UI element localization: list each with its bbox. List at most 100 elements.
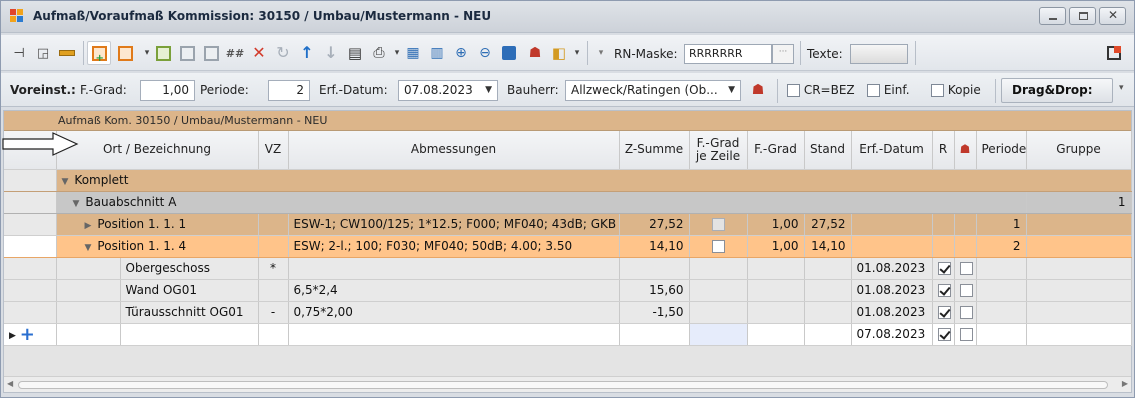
cell-fgrad-zeile[interactable]: [689, 213, 748, 236]
cell-vz[interactable]: [258, 279, 289, 302]
cell-zsumme[interactable]: -1,50: [619, 301, 690, 324]
preview-icon[interactable]: ▦: [401, 41, 425, 65]
checkbox[interactable]: [937, 306, 951, 319]
cell-erfdatum[interactable]: 01.08.2023: [851, 279, 933, 302]
cell-persons[interactable]: [954, 257, 977, 280]
save-icon[interactable]: ▤: [343, 41, 367, 65]
cell-erfdatum[interactable]: [851, 234, 933, 258]
cell-r[interactable]: [932, 257, 955, 280]
header-zsumme[interactable]: Z-Summe: [619, 131, 690, 170]
checkbox[interactable]: [959, 284, 973, 297]
table-row[interactable]: Türausschnitt OG01 - 0,75*2,00 -1,50 01.…: [4, 301, 1132, 324]
cell-fgrad[interactable]: [747, 301, 805, 324]
cell-fgrad[interactable]: [747, 323, 805, 346]
numbering-icon[interactable]: ##: [223, 41, 247, 65]
header-ort[interactable]: Ort / Bezeichnung: [56, 131, 259, 170]
horizontal-scrollbar[interactable]: ◀ ▶: [4, 376, 1131, 392]
cell-periode[interactable]: 1: [976, 213, 1027, 236]
add-line-icon[interactable]: [199, 41, 223, 65]
collapse-icon[interactable]: ▼: [73, 199, 80, 209]
header-persons[interactable]: ☗: [954, 131, 977, 170]
cell-periode[interactable]: [976, 323, 1027, 346]
cell-zsumme[interactable]: 27,52: [619, 213, 690, 236]
cell-r[interactable]: [932, 279, 955, 302]
cell-abmessungen[interactable]: [288, 257, 620, 280]
cell-gruppe[interactable]: [1026, 279, 1132, 302]
cell-fgrad[interactable]: [747, 257, 805, 280]
cell-zsumme[interactable]: [619, 323, 690, 346]
move-down-icon[interactable]: ↓: [319, 41, 343, 65]
cell-fgrad[interactable]: 1,00: [747, 213, 805, 236]
cell-abmessungen[interactable]: ESW; 2-l.; 100; F030; MF040; 50dB; 4.00;…: [288, 234, 620, 258]
cell-fgrad-zeile[interactable]: [689, 323, 748, 346]
cell-gruppe[interactable]: [1026, 323, 1132, 346]
cell-fgrad-zeile[interactable]: [689, 257, 748, 280]
crbez-checkbox[interactable]: CR=BEZ: [787, 83, 855, 97]
header-stand[interactable]: Stand: [804, 131, 852, 170]
checkbox[interactable]: [937, 284, 951, 297]
checkbox[interactable]: [959, 328, 973, 341]
cell-ort[interactable]: Wand OG01: [120, 279, 259, 302]
checkbox[interactable]: [959, 262, 973, 275]
cell-fgrad-zeile[interactable]: [689, 301, 748, 324]
header-r[interactable]: R: [932, 131, 955, 170]
scrollbar-thumb[interactable]: [18, 381, 1108, 389]
checkbox[interactable]: [937, 328, 951, 341]
table-row[interactable]: Obergeschoss * 01.08.2023: [4, 257, 1132, 280]
minimize-button[interactable]: [1039, 7, 1066, 25]
cell-zsumme[interactable]: 14,10: [619, 234, 690, 258]
cell-stand[interactable]: [804, 323, 852, 346]
cell-ort[interactable]: Türausschnitt OG01: [120, 301, 259, 324]
cell-fgrad[interactable]: [747, 279, 805, 302]
header-abmessungen[interactable]: Abmessungen: [288, 131, 620, 170]
header-gruppe[interactable]: Gruppe: [1026, 131, 1132, 170]
expand-icon[interactable]: ▶: [85, 221, 92, 231]
cell-periode[interactable]: [976, 279, 1027, 302]
overflow-dropdown-icon[interactable]: ▾: [589, 41, 613, 65]
cell-stand[interactable]: [804, 279, 852, 302]
maximize-button[interactable]: [1069, 7, 1096, 25]
cell-periode[interactable]: [976, 257, 1027, 280]
periode-input[interactable]: 2: [268, 80, 310, 101]
rn-mask-button[interactable]: ···: [772, 44, 794, 64]
table-icon[interactable]: ▥: [425, 41, 449, 65]
cell-periode[interactable]: [976, 301, 1027, 324]
external-link-icon[interactable]: [1102, 41, 1126, 65]
table-row-selected[interactable]: ▼ Position 1. 1. 4 ESW; 2-l.; 100; F030; …: [4, 234, 1132, 258]
cell-vz[interactable]: [258, 323, 289, 346]
cell-gruppe[interactable]: [1026, 301, 1132, 324]
cell-erfdatum[interactable]: 01.08.2023: [851, 301, 933, 324]
cell-ort[interactable]: ▼ Position 1. 1. 4: [56, 234, 259, 258]
cell-ort[interactable]: [120, 323, 259, 346]
persons-icon[interactable]: ☗: [746, 78, 770, 102]
fgrad-input[interactable]: 1,00: [140, 80, 195, 101]
cell-vz[interactable]: *: [258, 257, 289, 280]
cell-stand[interactable]: [804, 301, 852, 324]
bauherr-select[interactable]: Allzweck/Ratingen (Ob... ▼: [565, 80, 741, 101]
cell-r[interactable]: [932, 323, 955, 346]
cell-abmessungen[interactable]: ESW-1; CW100/125; 1*12.5; F000; MF040; 4…: [288, 213, 620, 236]
zoom-out-icon[interactable]: ⊖: [473, 41, 497, 65]
add-row-icon[interactable]: +: [20, 324, 35, 345]
cell-abmessungen[interactable]: 6,5*2,4: [288, 279, 620, 302]
cell-abmessungen[interactable]: [288, 323, 620, 346]
cell-vz[interactable]: [258, 213, 289, 236]
delete-icon[interactable]: ✕: [247, 41, 271, 65]
cell-zsumme[interactable]: [619, 257, 690, 280]
rn-mask-input[interactable]: RRRRRRR: [684, 44, 772, 64]
cell-abmessungen[interactable]: 0,75*2,00: [288, 301, 620, 324]
cell-erfdatum[interactable]: 01.08.2023: [851, 257, 933, 280]
overflow-dropdown-icon[interactable]: ▾: [1119, 83, 1124, 93]
cell-persons[interactable]: [954, 323, 977, 346]
new-row-indicator[interactable]: ▶ +: [4, 323, 57, 346]
cell-ort[interactable]: Obergeschoss: [120, 257, 259, 280]
cell-fgrad-zeile[interactable]: [689, 234, 748, 258]
ruler-icon[interactable]: [55, 41, 79, 65]
header-fgrad[interactable]: F.-Grad: [747, 131, 805, 170]
cell-periode[interactable]: 2: [976, 234, 1027, 258]
scroll-left-icon[interactable]: ◀: [7, 379, 13, 388]
checkbox[interactable]: [711, 240, 725, 253]
header-vz[interactable]: VZ: [258, 131, 289, 170]
cell-persons[interactable]: [954, 234, 977, 258]
box-dropdown-icon[interactable]: ▾: [565, 41, 589, 65]
